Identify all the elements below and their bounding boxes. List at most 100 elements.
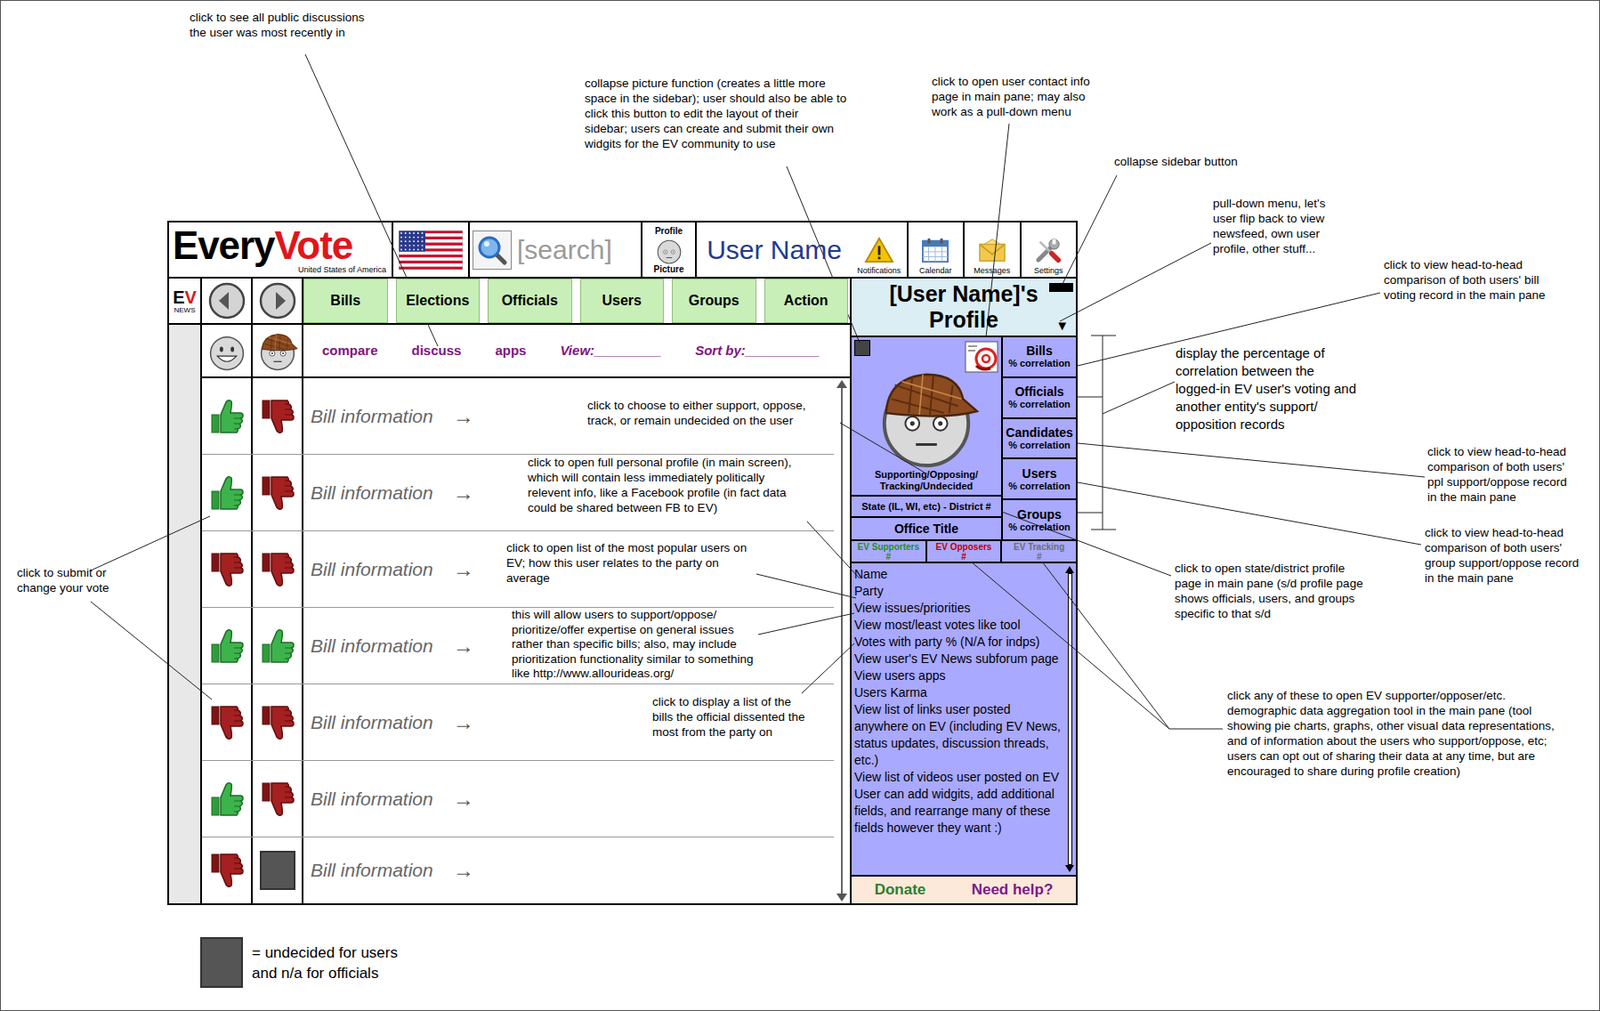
profile-field[interactable]: Name	[854, 565, 1064, 583]
scroll-down-icon[interactable]	[836, 893, 848, 902]
subnav-link[interactable]: compare	[322, 340, 379, 362]
sidebar-menu-arrow[interactable]: ▼	[1055, 318, 1069, 333]
bill-cell[interactable]: Bill information →	[303, 837, 834, 904]
ev-news-label: NEWS	[174, 306, 196, 315]
view-select[interactable]: View:_________	[559, 340, 662, 362]
ev-news-button[interactable]: EV NEWS	[169, 278, 203, 324]
face-icon	[654, 235, 684, 265]
profile-field[interactable]: Users Karma	[854, 684, 1064, 702]
bill-arrow[interactable]: →	[452, 553, 475, 586]
scroll-down-icon[interactable]	[1065, 864, 1075, 873]
user-name[interactable]: User Name	[696, 222, 852, 277]
sort-select[interactable]: Sort by:__________	[694, 340, 820, 362]
toolbar-button[interactable]: Notifications	[851, 222, 907, 277]
bill-arrow[interactable]: →	[452, 400, 475, 433]
profile-field[interactable]: View users apps	[854, 667, 1064, 685]
bill-information[interactable]: Bill information	[310, 856, 434, 885]
profile-picture[interactable]: Profile Picture	[642, 222, 697, 277]
district-link[interactable]: State (IL, WI, etc) - District #	[851, 494, 1002, 517]
profile-field[interactable]: View issues/priorities	[854, 599, 1064, 617]
bill-information[interactable]: Bill information	[310, 708, 434, 737]
nav-tab[interactable]: Officials	[487, 278, 573, 324]
bill-information[interactable]: Bill information	[310, 631, 434, 661]
subnav-link[interactable]: apps	[494, 340, 526, 362]
annotation-line: click to see all public discussions	[189, 9, 365, 25]
search-box[interactable]	[469, 222, 643, 277]
help-button[interactable]: Need help?	[971, 878, 1054, 902]
profile-field[interactable]: Party	[854, 582, 1064, 600]
bill-arrow[interactable]: →	[452, 783, 475, 816]
contact-card-icon[interactable]	[963, 339, 1000, 375]
other-face-cell[interactable]	[252, 324, 304, 377]
annotation-line: click to view head-to-head	[1427, 444, 1568, 460]
annotation-line: space in the sidebar); user should also …	[584, 90, 847, 106]
user-vote-thumbs-down-icon[interactable]	[202, 684, 253, 760]
correlation-label: Groups	[1017, 507, 1062, 522]
user-vote-thumbs-up-icon[interactable]	[202, 454, 253, 531]
donate-button[interactable]: Donate	[874, 878, 927, 902]
stance-line: Supporting/Opposing/	[874, 468, 978, 481]
own-face-cell[interactable]	[202, 324, 253, 377]
profile-field[interactable]: User can add widgits, add additional fie…	[854, 785, 1064, 837]
bill-arrow[interactable]: →	[452, 630, 475, 663]
toolbar-button[interactable]: Messages	[962, 222, 1020, 277]
user-vote-thumbs-up-icon[interactable]	[202, 378, 253, 454]
correlation-box[interactable]: Bills% correlation	[1002, 337, 1076, 379]
header: EveryVote United States of America Profi…	[169, 222, 1076, 279]
correlation-box[interactable]: Candidates% correlation	[1002, 419, 1076, 461]
collapse-picture-button[interactable]	[854, 339, 871, 356]
correlation-box[interactable]: Users% correlation	[1002, 459, 1076, 501]
user-vote-thumbs-up-icon[interactable]	[202, 607, 253, 684]
forward-arrow-icon[interactable]	[252, 278, 304, 324]
annotation: click to open state/district profilepage…	[1174, 560, 1364, 622]
annotation-line: comparison of both users'	[1424, 540, 1579, 556]
annotation: click to open list of the most popular u…	[506, 540, 747, 586]
bill-information[interactable]: Bill information	[310, 784, 434, 814]
magnifier-icon[interactable]	[472, 230, 512, 270]
sidebar-scrollbar[interactable]	[1063, 563, 1076, 875]
nav-tab[interactable]: Groups	[671, 278, 757, 324]
count-button[interactable]: EV Opposers#	[927, 541, 1003, 562]
stance-selector[interactable]: Supporting/Opposing/Tracking/Undecided	[874, 468, 978, 493]
main-scrollbar[interactable]	[833, 378, 850, 904]
collapse-sidebar-button[interactable]	[1049, 282, 1074, 292]
count-button[interactable]: EV Supporters#	[851, 541, 928, 562]
logo[interactable]: EveryVote United States of America	[169, 222, 394, 277]
user-vote-thumbs-down-icon[interactable]	[202, 837, 253, 904]
user-vote-thumbs-down-icon[interactable]	[202, 531, 253, 607]
profile-field[interactable]: View most/least votes like tool	[854, 616, 1064, 634]
nav-tab[interactable]: Bills	[303, 278, 388, 324]
subnav-link[interactable]: discuss	[412, 340, 462, 362]
scroll-track[interactable]	[840, 387, 843, 894]
profile-field[interactable]: View user's EV News subforum page	[854, 650, 1064, 668]
scroll-track[interactable]	[1067, 573, 1073, 865]
annotation: display the percentage ofcorrelation bet…	[1175, 344, 1357, 434]
scroll-up-icon[interactable]	[836, 379, 848, 388]
back-arrow-icon[interactable]	[202, 278, 253, 324]
bill-information[interactable]: Bill information	[310, 555, 434, 584]
nav-tab[interactable]: Elections	[395, 278, 481, 324]
bill-cell[interactable]: Bill information →	[303, 760, 834, 837]
count-button[interactable]: EV Tracking#	[1002, 541, 1076, 562]
nav-tab[interactable]: Users	[580, 278, 665, 324]
official-vote-thumbs-down-icon	[252, 378, 304, 454]
profile-picture-area[interactable]: Supporting/Opposing/Tracking/Undecided	[851, 337, 1002, 495]
annotation-line: widgits for the EV community to use	[584, 136, 847, 152]
profile-field[interactable]: Votes with party % (N/A for indps)	[854, 633, 1064, 651]
correlation-box[interactable]: Officials% correlation	[1002, 378, 1076, 420]
bill-arrow[interactable]: →	[452, 854, 475, 887]
toolbar-button[interactable]: Settings	[1019, 222, 1077, 277]
correlation-box[interactable]: Groups% correlation	[1002, 500, 1076, 540]
profile-field[interactable]: View list of videos user posted on EV	[854, 768, 1064, 786]
nav-tab[interactable]: Action	[764, 278, 849, 324]
user-vote-thumbs-up-icon[interactable]	[202, 760, 253, 837]
search-input[interactable]	[511, 229, 641, 270]
annotation-line: click to open state/district profile	[1174, 560, 1364, 576]
toolbar-button[interactable]: Calendar	[906, 222, 964, 277]
bill-arrow[interactable]: →	[452, 706, 475, 739]
bill-arrow[interactable]: →	[452, 476, 475, 510]
profile-field[interactable]: View list of links user posted anywhere …	[854, 701, 1064, 769]
scroll-up-icon[interactable]	[1065, 565, 1075, 574]
bill-information[interactable]: Bill information	[310, 478, 434, 508]
bill-information[interactable]: Bill information	[310, 402, 434, 431]
